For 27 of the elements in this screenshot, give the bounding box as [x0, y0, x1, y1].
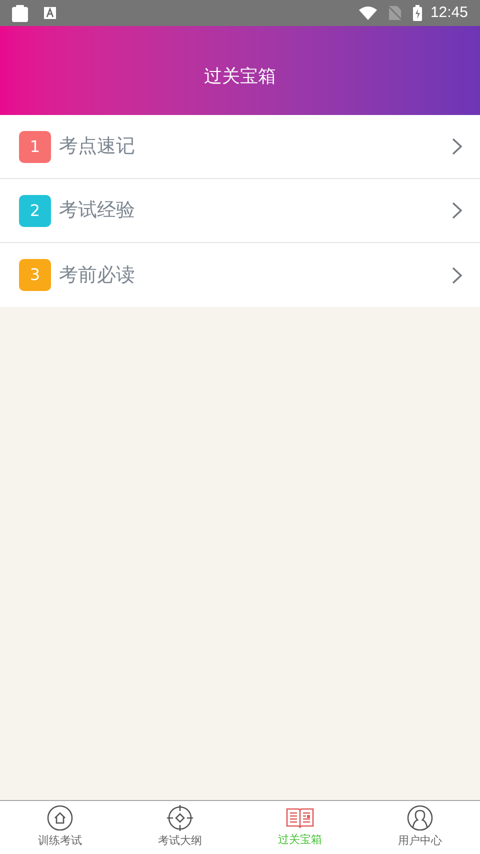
number-badge: 3	[19, 259, 51, 291]
nav-tab[interactable]: 训练考试	[0, 801, 120, 854]
chevron-right-icon	[452, 138, 462, 155]
item-label: 考点速记	[59, 134, 135, 160]
nav-tab[interactable]: 考试大纲	[120, 801, 240, 854]
list-item[interactable]: 3 考前必读	[0, 243, 480, 307]
number-badge: 2	[19, 194, 51, 226]
battery-icon	[413, 5, 422, 21]
list-item[interactable]: 1 考点速记	[0, 115, 480, 179]
chevron-right-icon	[452, 266, 462, 284]
status-time: 12:45	[430, 2, 468, 23]
nav-tab[interactable]: 过关宝箱	[240, 801, 360, 854]
nav-tab[interactable]: 用户中心	[360, 801, 480, 854]
list-item[interactable]: 2 考试经验	[0, 179, 480, 243]
header-title: 过关宝箱	[204, 65, 276, 89]
item-label: 考前必读	[59, 262, 135, 288]
crosshair-icon	[167, 805, 193, 832]
home-icon	[47, 805, 73, 832]
item-label: 考试经验	[59, 198, 135, 224]
clipboard-icon	[12, 4, 28, 22]
user-icon	[407, 805, 433, 832]
no-sim-icon	[389, 6, 402, 20]
chevron-right-icon	[452, 202, 462, 219]
keyboard-icon	[44, 7, 56, 19]
book-icon	[286, 806, 314, 830]
number-badge: 1	[19, 130, 51, 162]
wifi-icon	[359, 6, 378, 20]
